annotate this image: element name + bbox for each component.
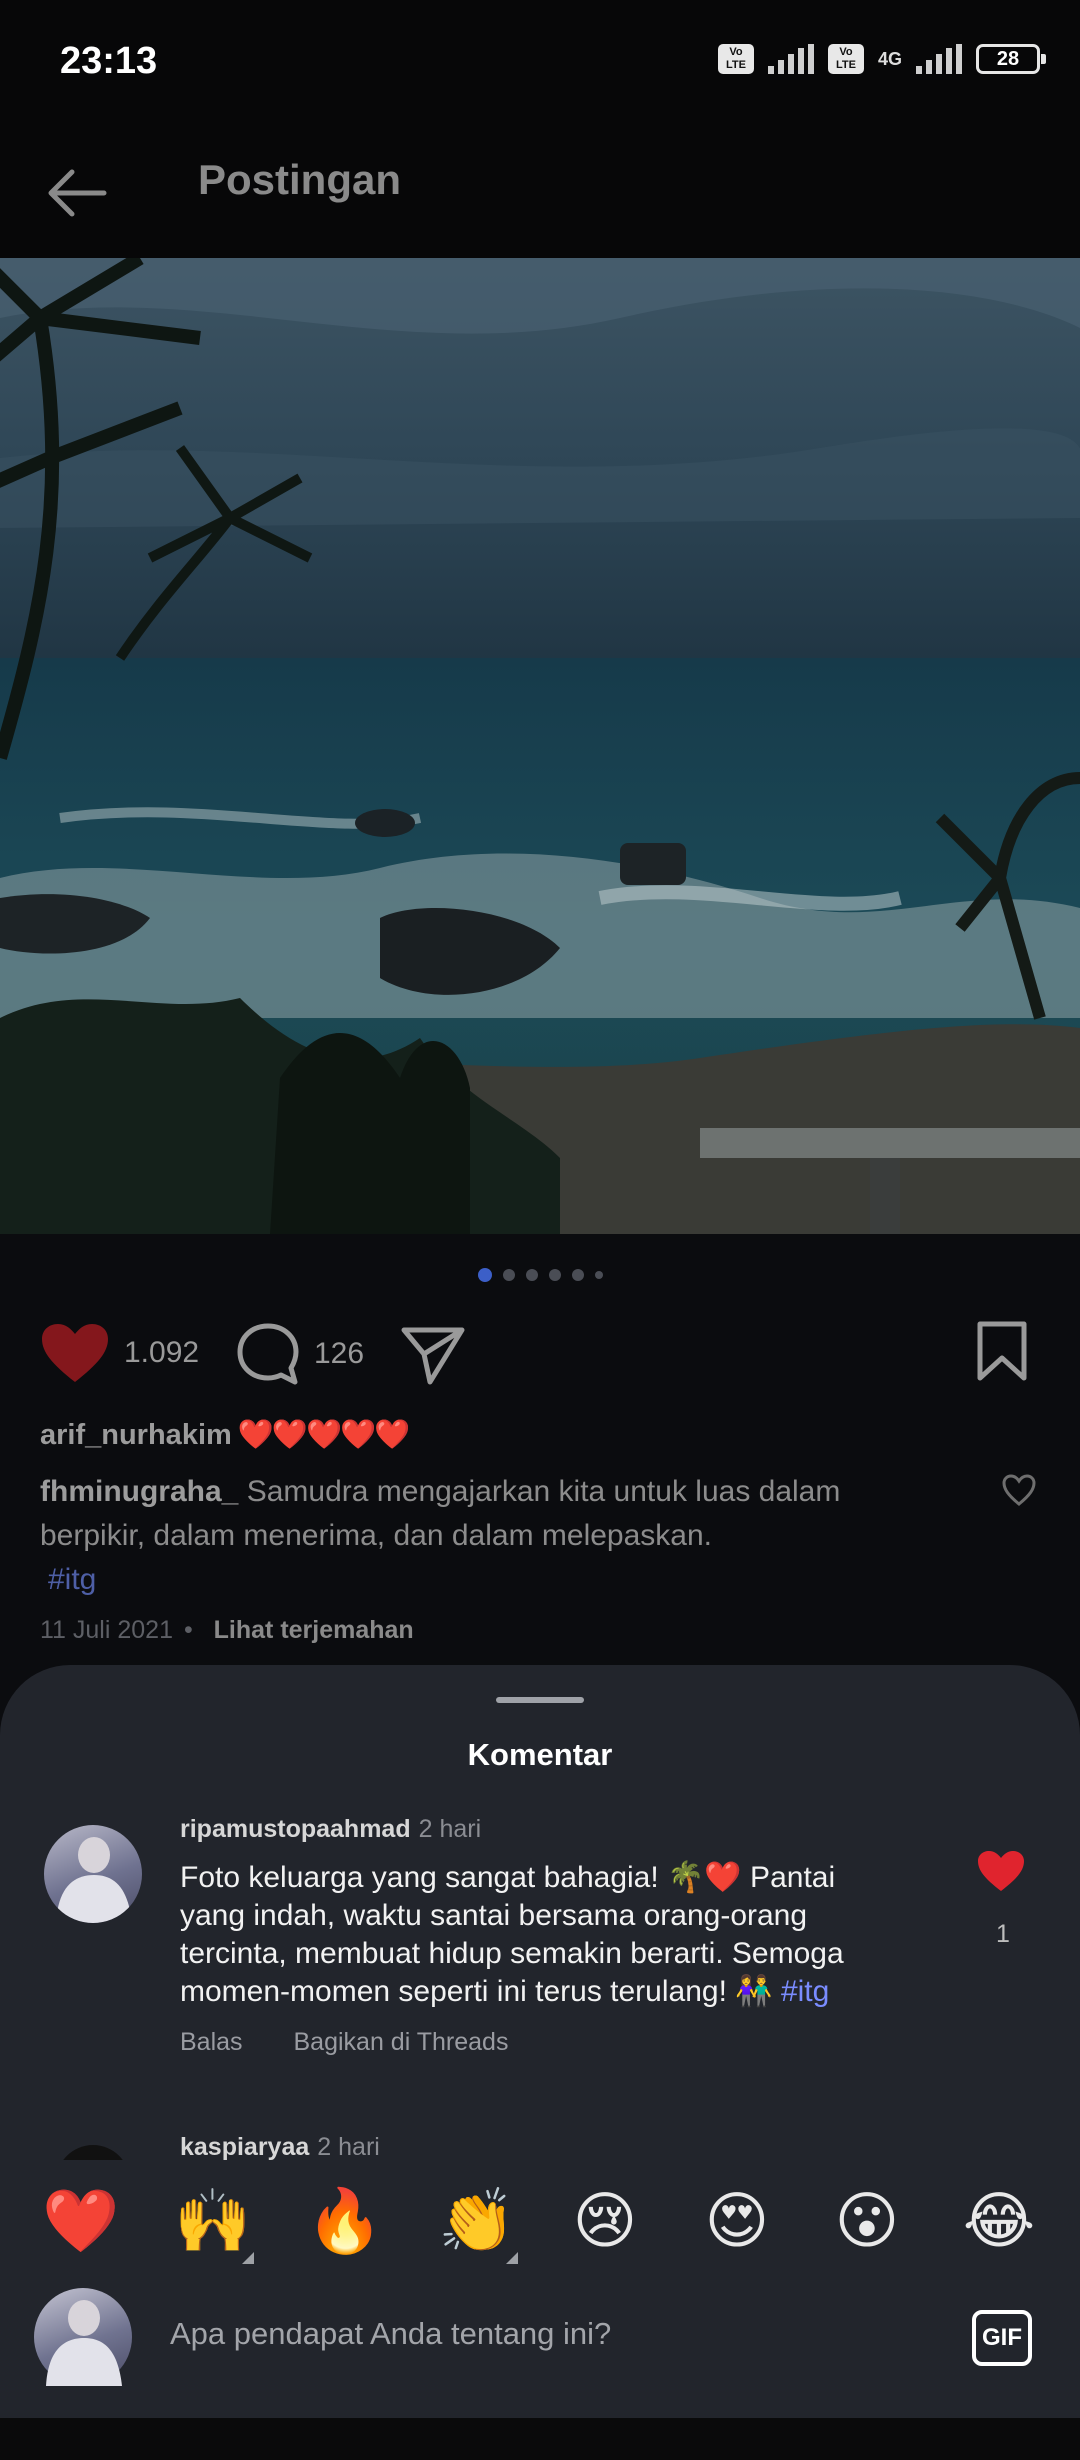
avatar <box>34 2288 132 2386</box>
emoji-clap-button[interactable]: 👏 <box>432 2182 522 2264</box>
reply-button[interactable]: Balas <box>180 2028 243 2056</box>
sheet-title: Komentar <box>467 1737 613 1772</box>
carousel-dot <box>477 1268 492 1282</box>
carousel-dot <box>502 1269 515 1281</box>
battery-icon: 28 <box>976 44 1046 74</box>
bookmark-icon[interactable] <box>976 1320 1028 1382</box>
status-time: 23:13 <box>60 40 158 82</box>
comment-like-count: 1 <box>996 1920 1010 1948</box>
status-bar: 23:13 Vo LTE Vo LTE 4G 28 <box>0 0 1080 130</box>
emoji-surprised-button[interactable]: 😮 <box>822 2182 912 2262</box>
back-arrow-icon[interactable] <box>42 158 112 228</box>
comments-count: 126 <box>314 1337 365 1370</box>
comment-composer: ❤️ 🙌 🔥 👏 😢 😍 😮 😂 Apa pendapat Anda tenta… <box>0 2160 1080 2415</box>
comment-time: 2 hari <box>418 1815 482 1843</box>
emoji-laughing-button[interactable]: 😂 <box>954 2182 1044 2262</box>
comment-username[interactable]: ripamustopaahmad 2 hari <box>180 1815 481 1844</box>
emoji-crying-button[interactable]: 😢 <box>560 2182 650 2262</box>
liked-by-line[interactable]: arif_nurhakim ❤️❤️❤️❤️❤️ <box>40 1418 411 1452</box>
likes-count: 1.092 <box>124 1336 200 1369</box>
caption-user[interactable]: fhminugraha_ <box>40 1475 238 1508</box>
app-header: Postingan <box>0 130 1080 258</box>
post-date: 11 Juli 2021 <box>40 1616 173 1644</box>
emoji-fire-button[interactable]: 🔥 <box>300 2182 390 2262</box>
avatar[interactable] <box>44 1825 142 1923</box>
signal-icon <box>767 44 814 74</box>
comment-input-row: Apa pendapat Anda tentang ini? GIF <box>0 2282 1080 2402</box>
sheet-drag-handle[interactable] <box>496 1697 584 1703</box>
emoji-heart-button[interactable]: ❤️ <box>36 2182 126 2262</box>
post-meta: 11 Juli 2021 • Lihat terjemahan <box>40 1616 414 1645</box>
comment-like-heart-icon[interactable] <box>976 1849 1026 1893</box>
meta-separator: • <box>183 1616 193 1644</box>
liked-by-hearts: ❤️❤️❤️❤️❤️ <box>237 1419 411 1451</box>
post-image[interactable] <box>0 258 1080 1234</box>
caption-like-heart-icon[interactable] <box>1002 1474 1036 1508</box>
liked-by-user[interactable]: arif_nurhakim <box>40 1419 232 1451</box>
comment-hashtag[interactable]: #itg <box>781 1975 829 2008</box>
comment-input[interactable]: Apa pendapat Anda tentang ini? <box>170 2316 611 2352</box>
carousel-dot <box>594 1271 603 1279</box>
carousel-dot <box>548 1269 561 1281</box>
emoji-raised-hands-button[interactable]: 🙌 <box>168 2182 258 2264</box>
gif-button[interactable]: GIF <box>972 2310 1032 2366</box>
system-nav-bar <box>0 2418 1080 2460</box>
post-caption: fhminugraha_ Samudra mengajarkan kita un… <box>40 1470 920 1602</box>
comment-action[interactable]: 126 <box>236 1322 364 1386</box>
comment-username[interactable]: kaspiaryaa 2 hari <box>180 2133 380 2162</box>
caption-hashtag[interactable]: #itg <box>48 1558 920 1602</box>
share-send-icon[interactable] <box>400 1324 466 1386</box>
comment-item: kaspiaryaa 2 hari <box>0 2133 1080 2163</box>
carousel-indicator <box>0 1268 1080 1282</box>
translate-link[interactable]: Lihat terjemahan <box>214 1616 414 1644</box>
comment-bubble-icon[interactable] <box>236 1322 300 1386</box>
page-title: Postingan <box>198 156 402 203</box>
share-threads-button[interactable]: Bagikan di Threads <box>294 2028 509 2056</box>
signal-icon-2 <box>916 44 962 74</box>
heart-filled-icon[interactable] <box>40 1322 110 1384</box>
comment-time: 2 hari <box>317 2133 380 2161</box>
post-actions: 1.092 126 <box>0 1310 1080 1390</box>
carousel-dot <box>525 1269 538 1281</box>
comment-text: Foto keluarga yang sangat bahagia! 🌴❤️ P… <box>180 1861 844 2008</box>
volte-icon-2: Vo LTE <box>827 44 864 74</box>
emoji-heart-eyes-button[interactable]: 😍 <box>692 2182 782 2262</box>
comment-actions: Balas Bagikan di Threads <box>180 2028 552 2057</box>
emoji-quick-bar: ❤️ 🙌 🔥 👏 😢 😍 😮 😂 <box>0 2182 1080 2272</box>
like-action[interactable]: 1.092 <box>40 1322 199 1384</box>
network-type: 4G <box>877 48 902 69</box>
volte-icon: Vo LTE <box>717 44 754 74</box>
status-icons: Vo LTE Vo LTE 4G 28 <box>717 44 1046 74</box>
carousel-dot <box>571 1269 584 1281</box>
